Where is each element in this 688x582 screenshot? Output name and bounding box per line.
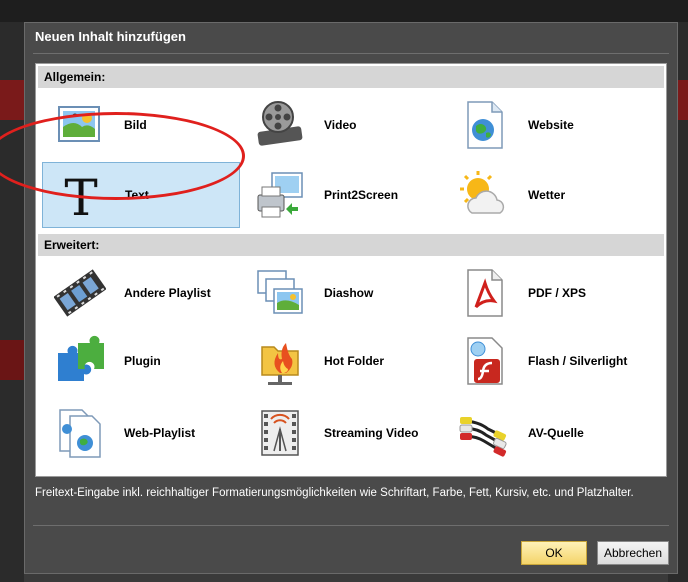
- item-label: Web-Playlist: [124, 426, 196, 440]
- section-header-allgemein: Allgemein:: [38, 66, 664, 88]
- picture-icon: [54, 99, 106, 151]
- puzzle-icon: [54, 335, 106, 387]
- dialog-title: Neuen Inhalt hinzufügen: [35, 29, 186, 44]
- hot-folder-icon: [254, 335, 306, 387]
- add-content-dialog: Neuen Inhalt hinzufügen Allgemein: Bild: [24, 22, 678, 574]
- item-label: Wetter: [528, 188, 566, 202]
- flash-icon: [458, 335, 510, 387]
- filmstrip-icon: [53, 267, 107, 319]
- item-label: AV-Quelle: [528, 426, 584, 440]
- background-left-panel: [0, 22, 24, 582]
- item-label: Streaming Video: [324, 426, 419, 440]
- item-label: Flash / Silverlight: [528, 354, 628, 368]
- item-print2screen[interactable]: Print2Screen: [242, 162, 440, 228]
- item-plugin[interactable]: Plugin: [42, 328, 240, 394]
- item-website[interactable]: Website: [446, 92, 644, 158]
- title-divider: [33, 53, 669, 54]
- item-streaming-video[interactable]: Streaming Video: [242, 400, 440, 466]
- item-web-playlist[interactable]: Web-Playlist: [42, 400, 240, 466]
- item-diashow[interactable]: Diashow: [242, 260, 440, 326]
- item-label: Plugin: [124, 354, 161, 368]
- text-T-icon: T: [55, 169, 107, 227]
- item-bild[interactable]: Bild: [42, 92, 240, 158]
- svg-text:T: T: [64, 169, 97, 221]
- item-label: Hot Folder: [324, 354, 384, 368]
- section-header-erweitert: Erweitert:: [38, 234, 664, 256]
- ok-button[interactable]: OK: [521, 541, 587, 565]
- item-wetter[interactable]: Wetter: [446, 162, 644, 228]
- item-video[interactable]: Video: [242, 92, 440, 158]
- item-label: Website: [528, 118, 574, 132]
- item-label: Video: [324, 118, 357, 132]
- item-label: Diashow: [324, 286, 374, 300]
- item-flash-silverlight[interactable]: Flash / Silverlight: [446, 328, 644, 394]
- item-label: PDF / XPS: [528, 286, 587, 300]
- printer-icon: [254, 169, 306, 221]
- item-text[interactable]: T Text: [42, 162, 240, 228]
- item-description: Freitext-Eingabe inkl. reichhaltiger For…: [35, 487, 634, 499]
- item-av-quelle[interactable]: AV-Quelle: [446, 400, 644, 466]
- streaming-video-icon: [254, 407, 306, 459]
- background-titlebar: [0, 0, 688, 22]
- item-andere-playlist[interactable]: Andere Playlist: [42, 260, 240, 326]
- footer-divider: [33, 525, 669, 526]
- item-label: Andere Playlist: [124, 286, 211, 300]
- item-pdf-xps[interactable]: PDF / XPS: [446, 260, 644, 326]
- item-label: Print2Screen: [324, 188, 399, 202]
- globe-document-icon: [458, 99, 510, 151]
- cancel-button[interactable]: Abbrechen: [597, 541, 669, 565]
- web-playlist-icon: [54, 407, 106, 459]
- sun-cloud-icon: [458, 169, 510, 221]
- content-type-panel: Allgemein: Bild Video Website T Text Pri…: [35, 63, 667, 477]
- slideshow-icon: [254, 267, 306, 319]
- item-label: Text: [125, 188, 149, 202]
- item-label: Bild: [124, 118, 147, 132]
- film-reel-icon: [254, 99, 306, 151]
- item-hot-folder[interactable]: Hot Folder: [242, 328, 440, 394]
- av-cable-icon: [458, 407, 510, 459]
- pdf-icon: [458, 267, 510, 319]
